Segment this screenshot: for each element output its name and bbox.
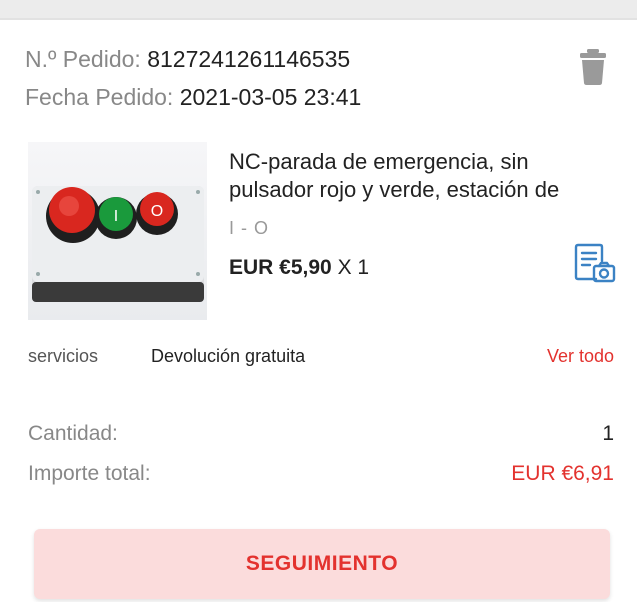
total-row: Importe total: EUR €6,91 <box>28 462 614 486</box>
order-number-label: N.º Pedido: <box>25 46 141 72</box>
view-all-link[interactable]: Ver todo <box>547 346 614 367</box>
product-title-line1: NC-parada de emergencia, sin <box>229 149 529 174</box>
order-date-value: 2021-03-05 23:41 <box>179 84 362 110</box>
services-value: Devolución gratuita <box>151 346 306 366</box>
order-number-row: N.º Pedido: 8127241261146535 <box>25 46 350 73</box>
quantity-label: Cantidad: <box>28 422 118 445</box>
product-price: EUR €5,90 <box>229 256 332 279</box>
order-card: N.º Pedido: 8127241261146535 Fecha Pedid… <box>0 18 637 602</box>
image-button-label-i: I <box>114 208 118 225</box>
image-button-label-o: O <box>151 203 163 220</box>
trash-icon[interactable] <box>578 47 608 87</box>
product-variant: I - O <box>229 218 269 238</box>
services-row: servicios Devolución gratuita Ver todo <box>0 340 637 376</box>
services-label: servicios <box>28 346 99 366</box>
product-title-line2: pulsador rojo y verde, estación de <box>229 177 560 202</box>
product-price-row: EUR €5,90 X 1 <box>229 256 369 280</box>
total-value: EUR €6,91 <box>511 462 614 485</box>
top-strip <box>0 0 637 20</box>
tracking-button[interactable]: SEGUIMIENTO <box>34 529 610 599</box>
product-quantity: X 1 <box>331 256 370 279</box>
product-title[interactable]: NC-parada de emergencia, sin pulsador ro… <box>229 148 609 204</box>
quantity-value: 1 <box>602 422 614 445</box>
quantity-row: Cantidad: 1 <box>28 422 614 446</box>
product-image[interactable]: I O <box>28 142 207 320</box>
order-date-row: Fecha Pedido: 2021-03-05 23:41 <box>25 84 361 111</box>
receipt-camera-icon[interactable] <box>572 241 616 285</box>
order-date-label: Fecha Pedido: <box>25 84 174 110</box>
order-number-value: 8127241261146535 <box>147 46 351 72</box>
total-label: Importe total: <box>28 462 151 485</box>
